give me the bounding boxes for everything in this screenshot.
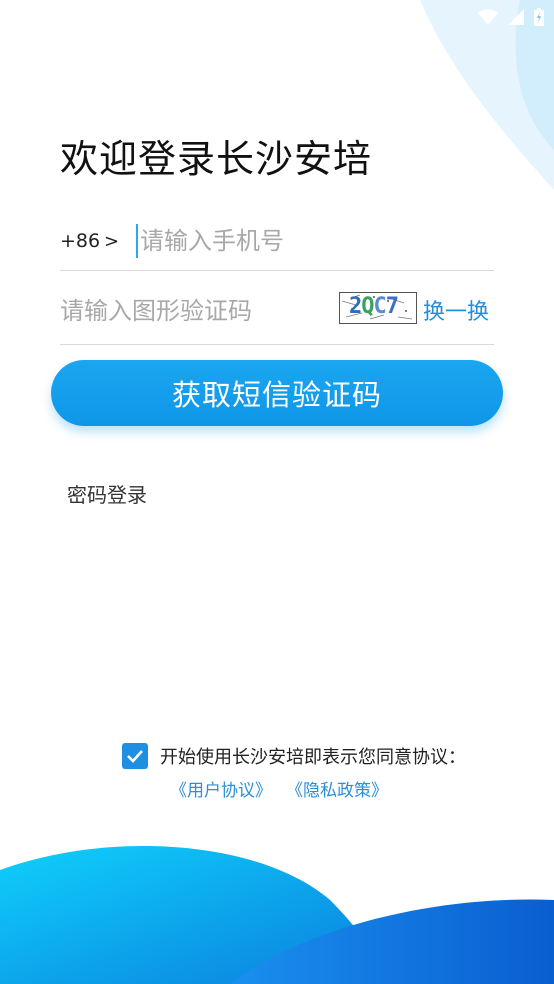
agreement-links: 《用户协议》 《隐私政策》 bbox=[170, 776, 388, 801]
privacy-policy-link[interactable]: 《隐私政策》 bbox=[286, 776, 388, 801]
refresh-captcha-link[interactable]: 换一换 bbox=[423, 294, 489, 326]
captcha-text: 2QC7 bbox=[349, 294, 399, 319]
captcha-char: 2 bbox=[349, 294, 362, 319]
user-agreement-link[interactable]: 《用户协议》 bbox=[170, 776, 272, 801]
agreement-text: 开始使用长沙安培即表示您同意协议： bbox=[160, 747, 466, 768]
checkmark-icon bbox=[127, 750, 143, 763]
signal-icon bbox=[508, 9, 524, 25]
page-title: 欢迎登录长沙安培 bbox=[60, 137, 373, 181]
captcha-image[interactable]: 2QC7 bbox=[339, 292, 417, 324]
password-login-link[interactable]: 密码登录 bbox=[67, 479, 147, 508]
phone-row: +86 > bbox=[60, 212, 494, 271]
captcha-char: C bbox=[373, 294, 387, 319]
status-bar bbox=[434, 0, 554, 34]
chevron-right-icon[interactable]: > bbox=[104, 231, 136, 252]
captcha-char: Q bbox=[361, 294, 374, 319]
text-cursor bbox=[136, 224, 138, 258]
country-code[interactable]: +86 bbox=[60, 230, 104, 252]
captcha-char: 7 bbox=[385, 294, 399, 319]
agreement: 开始使用长沙安培即表示您同意协议： bbox=[122, 743, 466, 769]
get-sms-code-button[interactable]: 获取短信验证码 bbox=[51, 360, 503, 426]
battery-icon bbox=[534, 8, 544, 26]
agreement-checkbox[interactable] bbox=[122, 743, 148, 769]
captcha-row: 2QC7 换一换 bbox=[60, 278, 494, 345]
wifi-icon bbox=[478, 9, 498, 25]
phone-input[interactable] bbox=[140, 216, 494, 266]
captcha-input[interactable] bbox=[60, 286, 330, 336]
